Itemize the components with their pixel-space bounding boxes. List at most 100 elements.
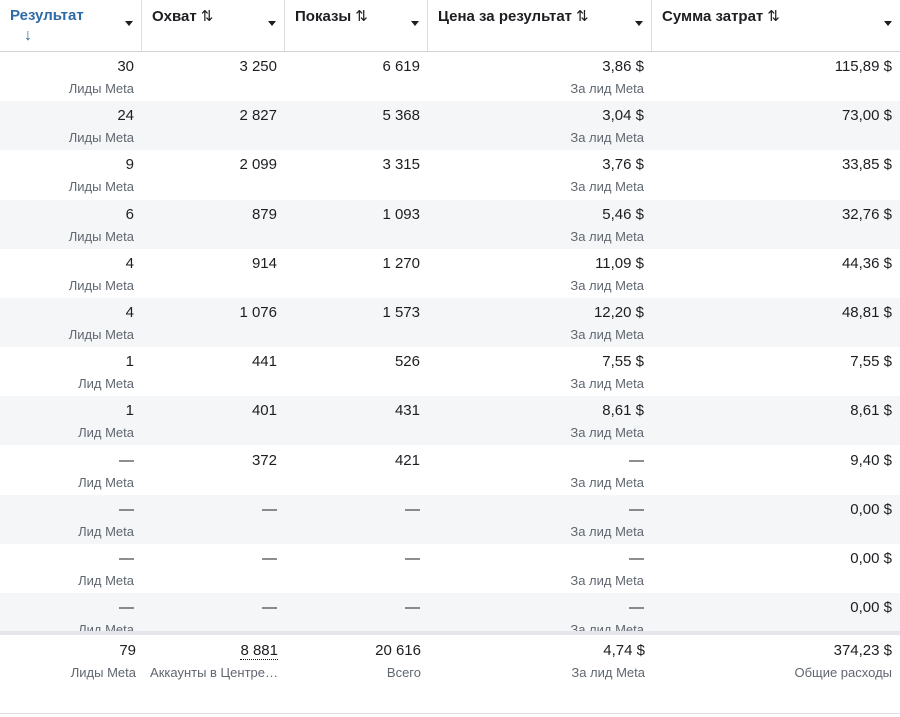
- column-header-amount-spent[interactable]: Сумма затрат ⇅: [652, 0, 900, 51]
- sort-icon[interactable]: ⇅: [576, 8, 589, 25]
- cost-value: 3,86 $: [602, 58, 644, 75]
- totals-row: 79 Лиды Meta 8 881 Аккаунты в Центре… 20…: [0, 635, 900, 691]
- chevron-down-icon[interactable]: [884, 21, 892, 26]
- result-label: Лиды Meta: [68, 228, 134, 244]
- cost-value: 7,55 $: [602, 353, 644, 371]
- impressions-value: 1 093: [382, 205, 420, 223]
- column-header-cost-per-result[interactable]: Цена за результат ⇅: [428, 0, 652, 51]
- sort-icon[interactable]: ⇅: [767, 8, 780, 25]
- spend-value: 44,36 $: [841, 254, 892, 272]
- impressions-value: —: [405, 599, 420, 617]
- table-row[interactable]: — Лид Meta 372 421 — За лид Meta 9,40 $: [0, 446, 900, 495]
- totals-result-cell: 79 Лиды Meta: [0, 635, 144, 684]
- impressions-value: 3 315: [382, 156, 420, 174]
- cell-cost: 7,55 $ За лид Meta: [428, 347, 652, 396]
- result-value: 9: [125, 156, 134, 174]
- column-header-result[interactable]: Результат ↓: [0, 0, 142, 51]
- cell-result: 9 Лиды Meta: [0, 150, 142, 199]
- table-row[interactable]: 24 Лиды Meta 2 827 5 368 3,04 $ За лид Meta 73…: [0, 101, 900, 151]
- table-row[interactable]: — Лид Meta — — — За лид Meta 0,00 $: [0, 544, 900, 593]
- cell-result: 30 Лиды Meta: [0, 52, 142, 101]
- cell-cost: — За лид Meta: [428, 495, 652, 544]
- cell-cost: — За лид Meta: [428, 446, 652, 495]
- spend-value: 0,00 $: [850, 599, 892, 617]
- totals-reach-cell[interactable]: 8 881 Аккаунты в Центре…: [144, 635, 286, 684]
- result-label: Лид Meta: [78, 376, 134, 392]
- impressions-value: 526: [394, 353, 420, 371]
- cell-spend: 33,85 $: [652, 150, 900, 199]
- result-value: —: [119, 500, 134, 518]
- table-row[interactable]: 30 Лиды Meta 3 250 6 619 3,86 $ За лид Meta 11…: [0, 52, 900, 101]
- cell-impressions: 1 270: [285, 249, 428, 298]
- totals-impressions-label: Всего: [386, 665, 421, 680]
- cell-reach: 2 099: [142, 150, 285, 199]
- cell-spend: 44,36 $: [652, 249, 900, 298]
- reach-value: 401: [251, 402, 277, 420]
- cell-spend: 48,81 $: [652, 298, 900, 347]
- result-value: 6: [125, 205, 134, 223]
- totals-cost-cell: 4,74 $ За лид Meta: [429, 635, 653, 684]
- chevron-down-icon[interactable]: [268, 21, 276, 26]
- totals-reach-label: Аккаунты в Центре…: [150, 665, 278, 680]
- result-label: Лиды Meta: [68, 81, 134, 96]
- column-header-impressions[interactable]: Показы ⇅: [285, 0, 428, 51]
- spend-value: 33,85 $: [841, 156, 892, 174]
- table-row[interactable]: 1 Лид Meta 401 431 8,61 $ За лид Meta 8,61 $: [0, 396, 900, 446]
- cost-value: 12,20 $: [593, 304, 644, 321]
- table-row[interactable]: — Лид Meta — — — За лид Meta 0,00 $: [0, 494, 900, 544]
- sort-icon[interactable]: ⇅: [201, 8, 214, 25]
- cell-cost: 8,61 $ За лид Meta: [428, 396, 652, 445]
- cell-result: 1 Лид Meta: [0, 396, 142, 445]
- table-bottom-border: [0, 713, 900, 714]
- column-header-reach[interactable]: Охват ⇅: [142, 0, 285, 51]
- cost-label: За лид Meta: [570, 81, 644, 96]
- totals-spend-label: Общие расходы: [794, 665, 892, 680]
- cell-reach: 1 076: [142, 298, 285, 347]
- impressions-value: —: [405, 500, 420, 518]
- table-row[interactable]: 4 Лиды Meta 914 1 270 11,09 $ За лид Meta 44,3…: [0, 249, 900, 298]
- table-row[interactable]: 4 Лиды Meta 1 076 1 573 12,20 $ За лид Meta 48…: [0, 298, 900, 347]
- spend-value: 73,00 $: [841, 107, 892, 125]
- column-label-result: Результат: [10, 7, 84, 24]
- cost-label: За лид Meta: [570, 573, 644, 588]
- spend-value: 48,81 $: [841, 304, 892, 321]
- cost-label: За лид Meta: [570, 327, 644, 342]
- chevron-down-icon[interactable]: [635, 21, 643, 26]
- result-value: 30: [117, 58, 134, 75]
- table-header: Результат ↓ Охват ⇅ Показы ⇅ Цена за резул…: [0, 0, 900, 52]
- chevron-down-icon[interactable]: [125, 21, 133, 26]
- cell-spend: 8,61 $: [652, 396, 900, 445]
- cost-value: —: [629, 500, 644, 518]
- reach-value: —: [262, 550, 277, 567]
- totals-result-label: Лиды Meta: [70, 665, 136, 680]
- reach-value: 3 250: [239, 58, 277, 75]
- cell-cost: 3,86 $ За лид Meta: [428, 52, 652, 101]
- totals-spend-cell: 374,23 $ Общие расходы: [653, 635, 900, 684]
- result-value: —: [119, 451, 134, 469]
- cost-value: 8,61 $: [602, 402, 644, 420]
- sort-down-arrow-icon[interactable]: ↓: [24, 27, 32, 45]
- cell-result: — Лид Meta: [0, 446, 142, 495]
- cell-spend: 9,40 $: [652, 446, 900, 495]
- table-row[interactable]: 1 Лид Meta 441 526 7,55 $ За лид Meta 7,55 $: [0, 347, 900, 396]
- result-label: Лиды Meta: [68, 277, 134, 293]
- column-label-reach: Охват: [152, 8, 197, 25]
- cost-value: —: [629, 599, 644, 617]
- cost-value: 5,46 $: [602, 205, 644, 223]
- result-value: 24: [117, 107, 134, 125]
- cost-label: За лид Meta: [570, 277, 644, 293]
- cell-cost: 3,76 $ За лид Meta: [428, 150, 652, 199]
- table-row[interactable]: 6 Лиды Meta 879 1 093 5,46 $ За лид Meta 32,76…: [0, 199, 900, 249]
- totals-reach-value[interactable]: 8 881: [240, 642, 278, 660]
- cost-value: 3,76 $: [602, 156, 644, 174]
- spend-value: 8,61 $: [850, 402, 892, 420]
- sort-icon[interactable]: ⇅: [355, 8, 368, 25]
- totals-result-value: 79: [119, 642, 136, 659]
- cell-reach: 3 250: [142, 52, 285, 101]
- totals-cost-label: За лид Meta: [571, 665, 645, 680]
- chevron-down-icon[interactable]: [411, 21, 419, 26]
- reach-value: 1 076: [239, 304, 277, 321]
- cell-spend: 73,00 $: [652, 101, 900, 150]
- cell-cost: 12,20 $ За лид Meta: [428, 298, 652, 347]
- table-row[interactable]: 9 Лиды Meta 2 099 3 315 3,76 $ За лид Meta 33,…: [0, 150, 900, 199]
